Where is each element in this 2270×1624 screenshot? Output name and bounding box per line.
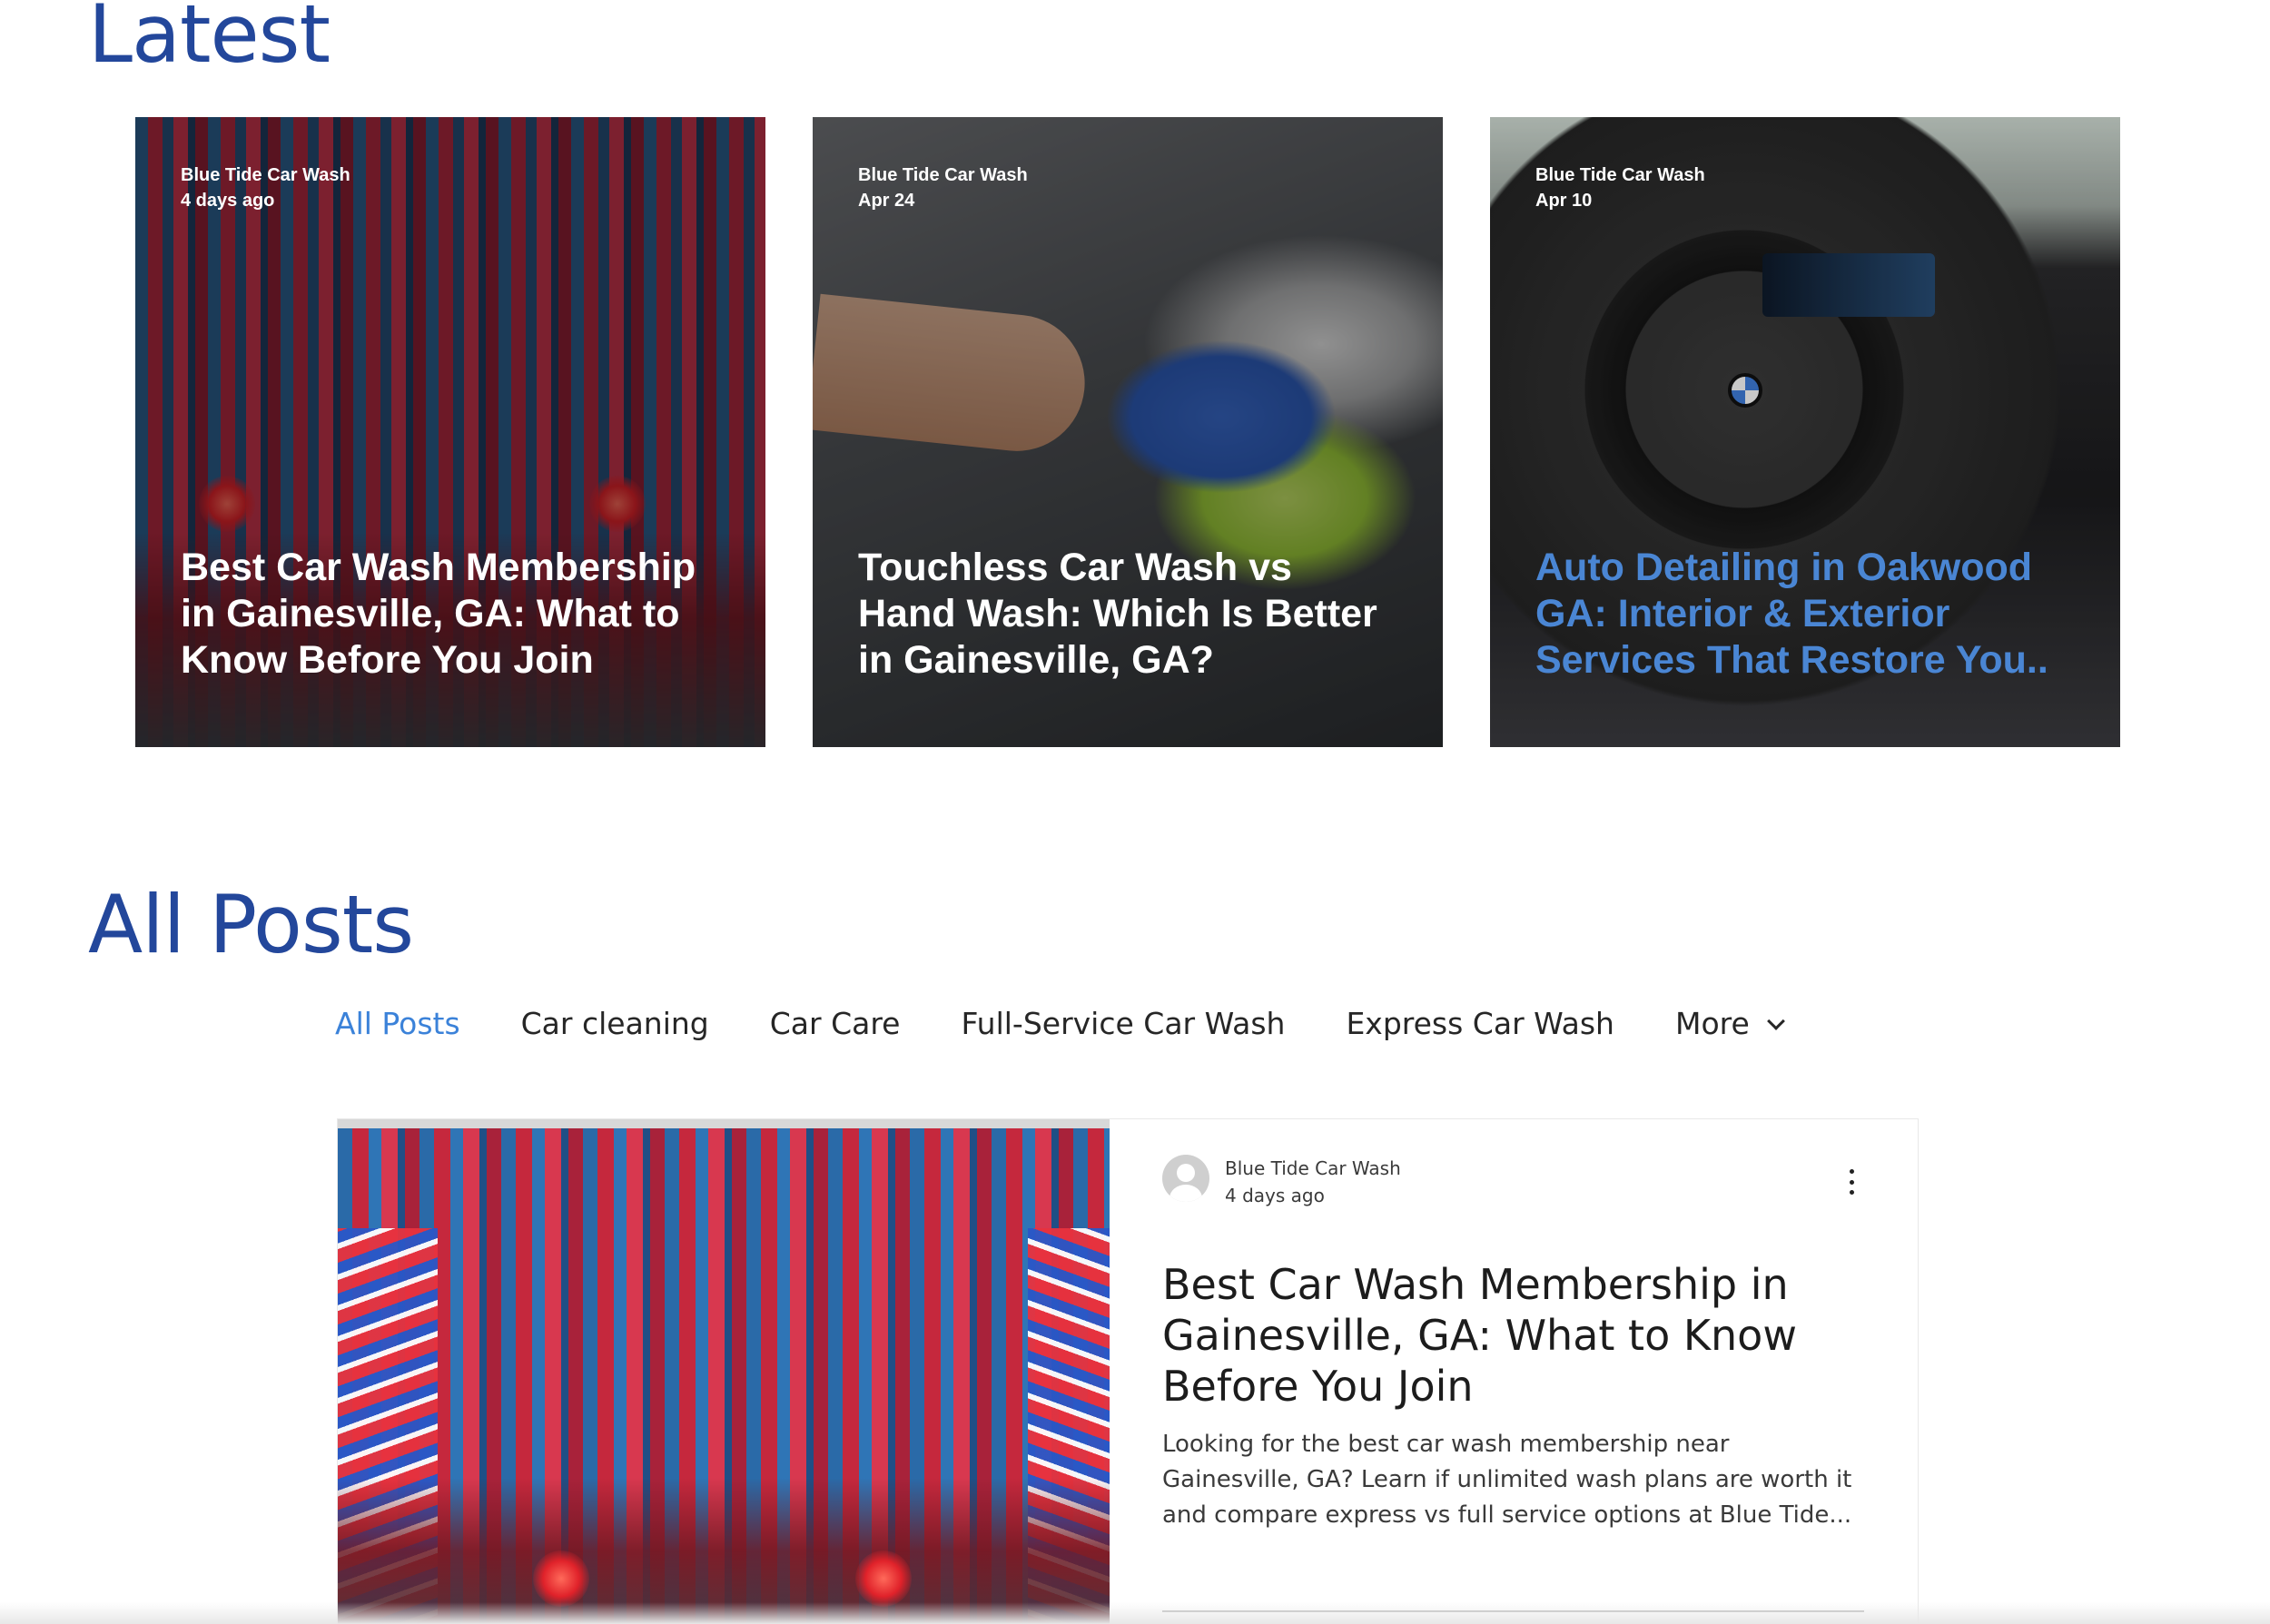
tab-full-service-car-wash[interactable]: Full-Service Car Wash — [961, 1006, 1285, 1041]
tab-more-label: More — [1674, 1006, 1750, 1041]
category-tabs: All Posts Car cleaning Car Care Full-Ser… — [335, 1006, 1785, 1041]
bottom-fade — [0, 1602, 2270, 1624]
post-image-car-wash-brushes[interactable] — [338, 1119, 1110, 1624]
card-author: Blue Tide Car Wash — [181, 165, 350, 185]
latest-card-1[interactable]: Blue Tide Car Wash 4 days ago Best Car W… — [135, 117, 765, 747]
card-meta: Blue Tide Car Wash Apr 24 — [858, 162, 1028, 213]
latest-card-3[interactable]: Blue Tide Car Wash Apr 10 Auto Detailing… — [1490, 117, 2120, 747]
card-author: Blue Tide Car Wash — [858, 165, 1028, 185]
card-date: Apr 10 — [1535, 191, 1593, 211]
post-title[interactable]: Best Car Wash Membership in Gainesville,… — [1162, 1259, 1852, 1412]
post-body: Blue Tide Car Wash 4 days ago Best Car W… — [1162, 1155, 1889, 1624]
post-date: 4 days ago — [1225, 1185, 1325, 1206]
more-vertical-icon[interactable] — [1841, 1164, 1862, 1200]
tab-more-dropdown[interactable]: More — [1674, 1006, 1785, 1041]
tab-express-car-wash[interactable]: Express Car Wash — [1346, 1006, 1614, 1041]
card-title[interactable]: Auto Detailing in Oakwood GA: Interior &… — [1535, 545, 2066, 684]
all-posts-heading: All Posts — [88, 878, 414, 971]
card-date: Apr 24 — [858, 191, 915, 211]
latest-card-2[interactable]: Blue Tide Car Wash Apr 24 Touchless Car … — [813, 117, 1443, 747]
card-date: 4 days ago — [181, 191, 275, 211]
chevron-down-icon — [1766, 1011, 1785, 1030]
card-meta: Blue Tide Car Wash 4 days ago — [181, 162, 350, 213]
avatar-placeholder-icon[interactable] — [1162, 1155, 1209, 1202]
card-meta: Blue Tide Car Wash Apr 10 — [1535, 162, 1705, 213]
card-author: Blue Tide Car Wash — [1535, 165, 1705, 185]
card-title[interactable]: Touchless Car Wash vs Hand Wash: Which I… — [858, 545, 1388, 684]
tab-car-care[interactable]: Car Care — [770, 1006, 901, 1041]
latest-heading: Latest — [88, 0, 331, 81]
post-author[interactable]: Blue Tide Car Wash — [1225, 1155, 1401, 1182]
tab-all-posts[interactable]: All Posts — [335, 1006, 460, 1041]
blog-page: Latest Blue Tide Car Wash 4 days ago Bes… — [0, 0, 2270, 1624]
card-title[interactable]: Best Car Wash Membership in Gainesville,… — [181, 545, 711, 684]
post-excerpt: Looking for the best car wash membership… — [1162, 1431, 1852, 1529]
tab-car-cleaning[interactable]: Car cleaning — [521, 1006, 709, 1041]
